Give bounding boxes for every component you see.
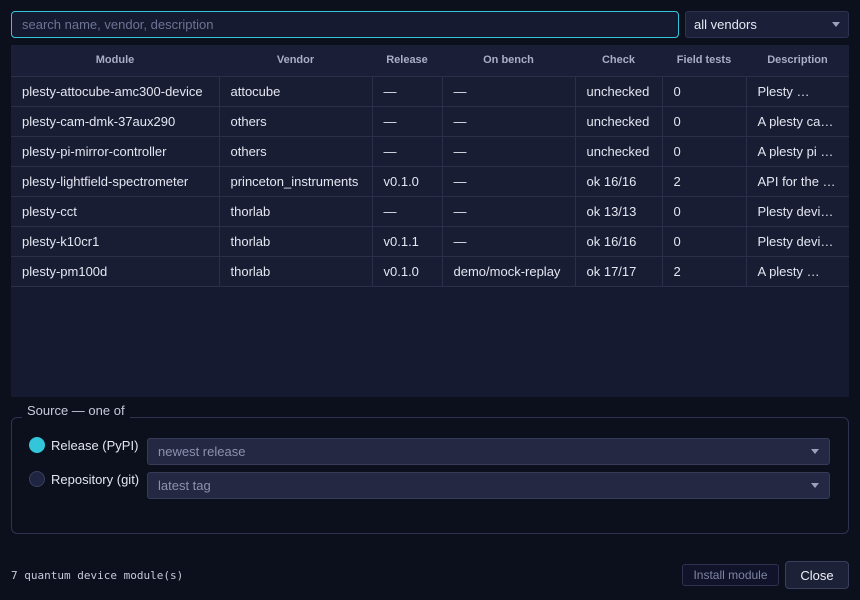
- table-row[interactable]: plesty-attocube-amc300-device attocube —…: [11, 76, 849, 107]
- cell-description: A plesty …: [746, 256, 849, 287]
- cell-vendor: thorlab: [219, 196, 373, 227]
- cell-check: ok 17/17: [575, 256, 663, 287]
- table-row[interactable]: plesty-pm100d thorlab v0.1.0 demo/mock-r…: [11, 256, 849, 287]
- cell-field-tests: 0: [662, 196, 747, 227]
- cell-check: unchecked: [575, 136, 663, 167]
- cell-vendor: others: [219, 106, 373, 137]
- cell-description: API for the …: [746, 166, 849, 197]
- cell-module: plesty-pm100d: [11, 256, 220, 287]
- cell-on-bench: —: [442, 136, 576, 167]
- cell-on-bench: —: [442, 106, 576, 137]
- repository-radio-label: Repository (git): [51, 471, 140, 487]
- modules-table[interactable]: Module Vendor Release On bench Check Fie…: [11, 45, 849, 397]
- cell-field-tests: 0: [662, 106, 747, 137]
- table-row[interactable]: plesty-cam-dmk-37aux290 others — — unche…: [11, 106, 849, 137]
- repository-tag-value: latest tag: [158, 478, 211, 493]
- cell-module: plesty-k10cr1: [11, 226, 220, 257]
- cell-check: ok 16/16: [575, 166, 663, 197]
- repository-radio-button[interactable]: [29, 471, 45, 487]
- cell-check: unchecked: [575, 106, 663, 137]
- table-row[interactable]: plesty-pi-mirror-controller others — — u…: [11, 136, 849, 167]
- chevron-down-icon: [811, 483, 819, 488]
- cell-module: plesty-attocube-amc300-device: [11, 76, 220, 107]
- release-radio-option[interactable]: Release (PyPI): [29, 437, 138, 453]
- release-version-value: newest release: [158, 444, 246, 459]
- cell-field-tests: 0: [662, 136, 747, 167]
- cell-check: ok 13/13: [575, 196, 663, 227]
- status-text: 7 quantum device module(s): [11, 569, 184, 582]
- cell-check: ok 16/16: [575, 226, 663, 257]
- table-row[interactable]: plesty-lightfield-spectrometer princeton…: [11, 166, 849, 197]
- column-header-field-tests[interactable]: Field tests: [662, 45, 746, 77]
- cell-release: —: [372, 196, 443, 227]
- cell-vendor: princeton_instruments: [219, 166, 373, 197]
- source-group-legend: Source — one of: [22, 403, 130, 418]
- cell-release: v0.1.0: [372, 166, 443, 197]
- cell-vendor: others: [219, 136, 373, 167]
- cell-description: A plesty pi …: [746, 136, 849, 167]
- cell-description: Plesty …: [746, 76, 849, 107]
- cell-on-bench: demo/mock-replay: [442, 256, 576, 287]
- cell-field-tests: 2: [662, 256, 747, 287]
- cell-release: v0.1.0: [372, 256, 443, 287]
- cell-release: —: [372, 76, 443, 107]
- search-input[interactable]: [11, 11, 679, 38]
- release-radio-button[interactable]: [29, 437, 45, 453]
- cell-module: plesty-pi-mirror-controller: [11, 136, 220, 167]
- column-header-release[interactable]: Release: [372, 45, 442, 77]
- close-button[interactable]: Close: [785, 561, 849, 589]
- repository-tag-select[interactable]: latest tag: [147, 472, 830, 499]
- cell-release: —: [372, 106, 443, 137]
- install-module-button[interactable]: Install module: [682, 564, 779, 586]
- cell-release: v0.1.1: [372, 226, 443, 257]
- release-version-select[interactable]: newest release: [147, 438, 830, 465]
- table-header-row: Module Vendor Release On bench Check Fie…: [11, 45, 849, 77]
- column-header-description[interactable]: Description: [746, 45, 849, 77]
- cell-release: —: [372, 136, 443, 167]
- chevron-down-icon: [811, 449, 819, 454]
- cell-on-bench: —: [442, 166, 576, 197]
- chevron-down-icon: [832, 22, 840, 27]
- cell-description: Plesty devi…: [746, 226, 849, 257]
- cell-description: Plesty devi…: [746, 196, 849, 227]
- cell-field-tests: 0: [662, 226, 747, 257]
- cell-module: plesty-lightfield-spectrometer: [11, 166, 220, 197]
- cell-module: plesty-cct: [11, 196, 220, 227]
- table-row[interactable]: plesty-k10cr1 thorlab v0.1.1 — ok 16/16 …: [11, 226, 849, 257]
- cell-on-bench: —: [442, 76, 576, 107]
- cell-vendor: thorlab: [219, 256, 373, 287]
- cell-vendor: attocube: [219, 76, 373, 107]
- cell-on-bench: —: [442, 196, 576, 227]
- cell-description: A plesty ca…: [746, 106, 849, 137]
- cell-field-tests: 0: [662, 76, 747, 107]
- vendor-filter-select[interactable]: all vendors: [685, 11, 849, 38]
- cell-check: unchecked: [575, 76, 663, 107]
- release-radio-label: Release (PyPI): [51, 437, 139, 453]
- column-header-check[interactable]: Check: [575, 45, 662, 77]
- cell-on-bench: —: [442, 226, 576, 257]
- cell-field-tests: 2: [662, 166, 747, 197]
- repository-radio-option[interactable]: Repository (git): [29, 471, 139, 487]
- cell-module: plesty-cam-dmk-37aux290: [11, 106, 220, 137]
- table-row[interactable]: plesty-cct thorlab — — ok 13/13 0 Plesty…: [11, 196, 849, 227]
- column-header-vendor[interactable]: Vendor: [219, 45, 372, 77]
- vendor-filter-value: all vendors: [694, 17, 757, 32]
- column-header-module[interactable]: Module: [11, 45, 219, 77]
- cell-vendor: thorlab: [219, 226, 373, 257]
- column-header-on-bench[interactable]: On bench: [442, 45, 575, 77]
